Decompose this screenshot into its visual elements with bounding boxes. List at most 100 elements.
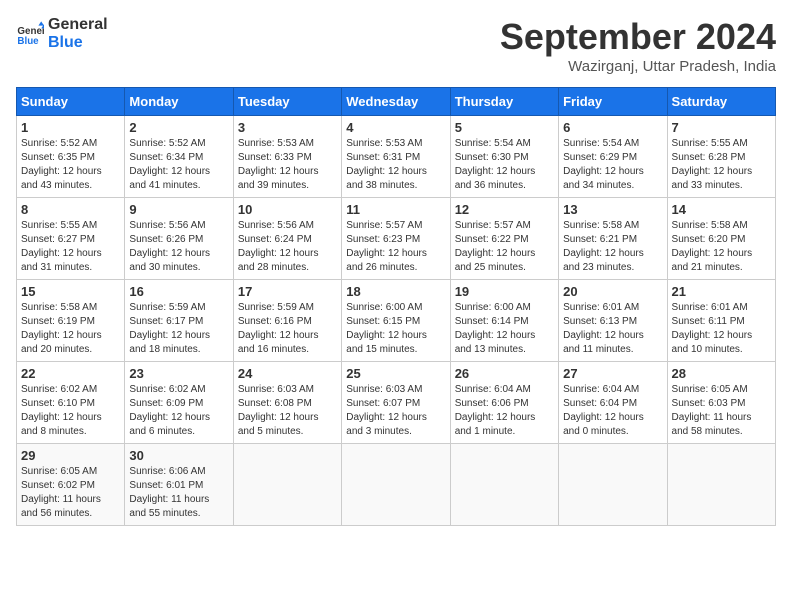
day-header-monday: Monday	[125, 88, 233, 116]
day-info: Sunrise: 6:05 AM Sunset: 6:02 PM Dayligh…	[21, 465, 120, 521]
day-info: Sunrise: 6:03 AM Sunset: 6:07 PM Dayligh…	[346, 383, 445, 439]
calendar-cell: 24 Sunrise: 6:03 AM Sunset: 6:08 PM Dayli…	[233, 362, 341, 444]
calendar-cell: 20 Sunrise: 6:01 AM Sunset: 6:13 PM Dayli…	[559, 280, 667, 362]
day-info: Sunrise: 6:00 AM Sunset: 6:14 PM Dayligh…	[455, 301, 554, 357]
day-header-thursday: Thursday	[450, 88, 558, 116]
day-info: Sunrise: 5:58 AM Sunset: 6:20 PM Dayligh…	[672, 219, 771, 275]
day-number: 9	[129, 202, 228, 217]
day-info: Sunrise: 5:54 AM Sunset: 6:30 PM Dayligh…	[455, 137, 554, 193]
day-header-friday: Friday	[559, 88, 667, 116]
calendar-cell: 26 Sunrise: 6:04 AM Sunset: 6:06 PM Dayli…	[450, 362, 558, 444]
calendar-cell: 9 Sunrise: 5:56 AM Sunset: 6:26 PM Daylig…	[125, 198, 233, 280]
week-row-4: 22 Sunrise: 6:02 AM Sunset: 6:10 PM Dayli…	[17, 362, 776, 444]
calendar-cell: 1 Sunrise: 5:52 AM Sunset: 6:35 PM Daylig…	[17, 116, 125, 198]
day-info: Sunrise: 6:05 AM Sunset: 6:03 PM Dayligh…	[672, 383, 771, 439]
day-number: 26	[455, 366, 554, 381]
calendar-cell	[559, 444, 667, 526]
day-header-wednesday: Wednesday	[342, 88, 450, 116]
day-header-sunday: Sunday	[17, 88, 125, 116]
calendar-cell: 6 Sunrise: 5:54 AM Sunset: 6:29 PM Daylig…	[559, 116, 667, 198]
calendar-cell: 27 Sunrise: 6:04 AM Sunset: 6:04 PM Dayli…	[559, 362, 667, 444]
day-number: 17	[238, 284, 337, 299]
day-info: Sunrise: 6:02 AM Sunset: 6:09 PM Dayligh…	[129, 383, 228, 439]
day-info: Sunrise: 6:01 AM Sunset: 6:13 PM Dayligh…	[563, 301, 662, 357]
day-number: 28	[672, 366, 771, 381]
day-info: Sunrise: 6:01 AM Sunset: 6:11 PM Dayligh…	[672, 301, 771, 357]
calendar-cell: 18Sunrise: 6:00 AM Sunset: 6:15 PM Dayli…	[342, 280, 450, 362]
day-number: 13	[563, 202, 662, 217]
day-number: 11	[346, 202, 445, 217]
logo: General Blue General Blue	[16, 16, 108, 52]
svg-text:Blue: Blue	[17, 36, 39, 47]
day-info: Sunrise: 5:52 AM Sunset: 6:35 PM Dayligh…	[21, 137, 120, 193]
logo-icon: General Blue	[16, 20, 44, 48]
day-info: Sunrise: 5:57 AM Sunset: 6:22 PM Dayligh…	[455, 219, 554, 275]
day-info: Sunrise: 5:55 AM Sunset: 6:28 PM Dayligh…	[672, 137, 771, 193]
calendar-cell: 11Sunrise: 5:57 AM Sunset: 6:23 PM Dayli…	[342, 198, 450, 280]
page-header: General Blue General Blue September 2024…	[16, 16, 776, 75]
calendar-cell: 2 Sunrise: 5:52 AM Sunset: 6:34 PM Daylig…	[125, 116, 233, 198]
day-number: 6	[563, 120, 662, 135]
day-info: Sunrise: 5:54 AM Sunset: 6:29 PM Dayligh…	[563, 137, 662, 193]
day-info: Sunrise: 5:52 AM Sunset: 6:34 PM Dayligh…	[129, 137, 228, 193]
title-block: September 2024 Wazirganj, Uttar Pradesh,…	[500, 16, 776, 75]
days-header-row: SundayMondayTuesdayWednesdayThursdayFrid…	[17, 88, 776, 116]
day-number: 29	[21, 448, 120, 463]
month-title: September 2024	[500, 16, 776, 58]
calendar-cell: 7 Sunrise: 5:55 AM Sunset: 6:28 PM Daylig…	[667, 116, 775, 198]
day-number: 8	[21, 202, 120, 217]
calendar-cell: 16 Sunrise: 5:59 AM Sunset: 6:17 PM Dayli…	[125, 280, 233, 362]
day-number: 16	[129, 284, 228, 299]
calendar-table: SundayMondayTuesdayWednesdayThursdayFrid…	[16, 87, 776, 526]
calendar-cell: 28 Sunrise: 6:05 AM Sunset: 6:03 PM Dayli…	[667, 362, 775, 444]
day-number: 10	[238, 202, 337, 217]
calendar-cell	[667, 444, 775, 526]
day-info: Sunrise: 6:02 AM Sunset: 6:10 PM Dayligh…	[21, 383, 120, 439]
day-number: 12	[455, 202, 554, 217]
week-row-3: 15Sunrise: 5:58 AM Sunset: 6:19 PM Dayli…	[17, 280, 776, 362]
day-info: Sunrise: 5:58 AM Sunset: 6:19 PM Dayligh…	[21, 301, 120, 357]
day-info: Sunrise: 5:58 AM Sunset: 6:21 PM Dayligh…	[563, 219, 662, 275]
calendar-cell: 13 Sunrise: 5:58 AM Sunset: 6:21 PM Dayli…	[559, 198, 667, 280]
day-info: Sunrise: 5:56 AM Sunset: 6:24 PM Dayligh…	[238, 219, 337, 275]
day-info: Sunrise: 6:06 AM Sunset: 6:01 PM Dayligh…	[129, 465, 228, 521]
day-number: 1	[21, 120, 120, 135]
day-number: 4	[346, 120, 445, 135]
day-number: 21	[672, 284, 771, 299]
day-info: Sunrise: 5:56 AM Sunset: 6:26 PM Dayligh…	[129, 219, 228, 275]
day-info: Sunrise: 5:59 AM Sunset: 6:17 PM Dayligh…	[129, 301, 228, 357]
day-number: 18	[346, 284, 445, 299]
week-row-1: 1 Sunrise: 5:52 AM Sunset: 6:35 PM Daylig…	[17, 116, 776, 198]
day-number: 19	[455, 284, 554, 299]
day-number: 23	[129, 366, 228, 381]
calendar-cell: 5Sunrise: 5:54 AM Sunset: 6:30 PM Daylig…	[450, 116, 558, 198]
calendar-cell: 8 Sunrise: 5:55 AM Sunset: 6:27 PM Daylig…	[17, 198, 125, 280]
day-info: Sunrise: 6:03 AM Sunset: 6:08 PM Dayligh…	[238, 383, 337, 439]
calendar-cell: 22 Sunrise: 6:02 AM Sunset: 6:10 PM Dayli…	[17, 362, 125, 444]
week-row-5: 29 Sunrise: 6:05 AM Sunset: 6:02 PM Dayli…	[17, 444, 776, 526]
day-info: Sunrise: 6:04 AM Sunset: 6:04 PM Dayligh…	[563, 383, 662, 439]
day-number: 2	[129, 120, 228, 135]
day-info: Sunrise: 6:04 AM Sunset: 6:06 PM Dayligh…	[455, 383, 554, 439]
day-number: 25	[346, 366, 445, 381]
calendar-cell: 14 Sunrise: 5:58 AM Sunset: 6:20 PM Dayli…	[667, 198, 775, 280]
calendar-cell	[342, 444, 450, 526]
day-info: Sunrise: 5:55 AM Sunset: 6:27 PM Dayligh…	[21, 219, 120, 275]
location-subtitle: Wazirganj, Uttar Pradesh, India	[500, 58, 776, 75]
day-number: 20	[563, 284, 662, 299]
calendar-cell: 3Sunrise: 5:53 AM Sunset: 6:33 PM Daylig…	[233, 116, 341, 198]
day-number: 27	[563, 366, 662, 381]
day-number: 3	[238, 120, 337, 135]
calendar-cell	[450, 444, 558, 526]
calendar-cell: 29 Sunrise: 6:05 AM Sunset: 6:02 PM Dayli…	[17, 444, 125, 526]
day-number: 22	[21, 366, 120, 381]
calendar-cell: 4Sunrise: 5:53 AM Sunset: 6:31 PM Daylig…	[342, 116, 450, 198]
calendar-cell: 17Sunrise: 5:59 AM Sunset: 6:16 PM Dayli…	[233, 280, 341, 362]
day-header-saturday: Saturday	[667, 88, 775, 116]
day-number: 7	[672, 120, 771, 135]
day-number: 14	[672, 202, 771, 217]
logo-text-line2: Blue	[48, 34, 108, 52]
day-number: 24	[238, 366, 337, 381]
calendar-cell: 15Sunrise: 5:58 AM Sunset: 6:19 PM Dayli…	[17, 280, 125, 362]
calendar-cell: 10 Sunrise: 5:56 AM Sunset: 6:24 PM Dayli…	[233, 198, 341, 280]
